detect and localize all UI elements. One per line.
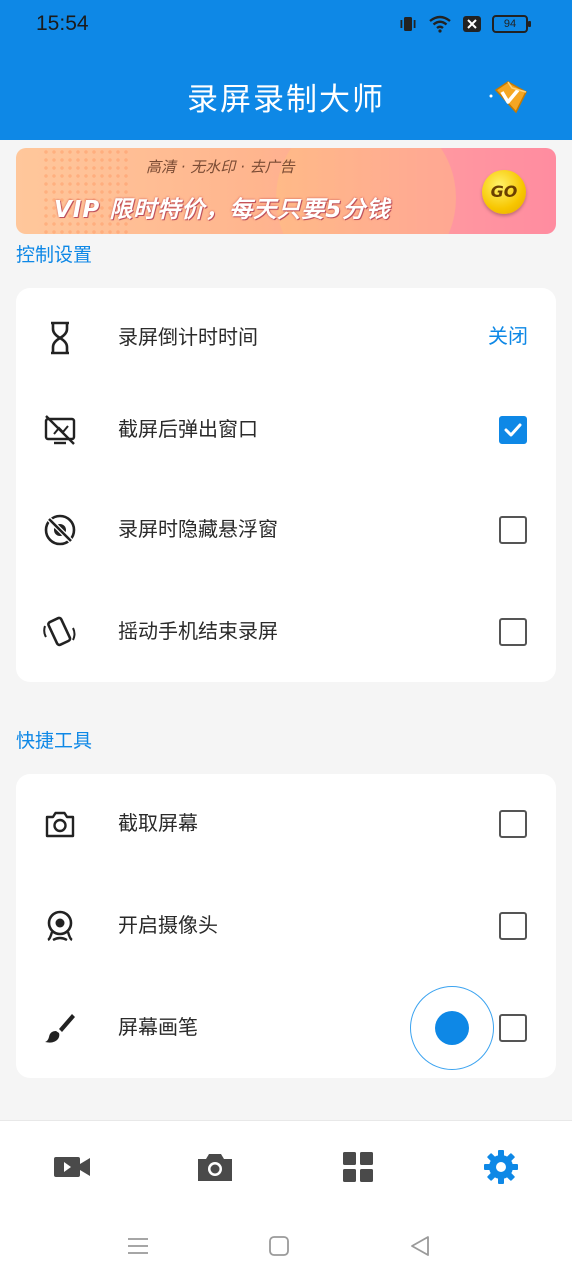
capture-screen-checkbox[interactable] [499,810,527,838]
status-icons: 94 [398,14,531,34]
capture-screen-row[interactable]: 截取屏幕 [16,774,556,874]
vip-promo-banner[interactable]: 高清 · 无水印 · 去广告 VIP 限时特价，每天只要5分钱 GO [16,148,556,234]
tools-section-title: 快捷工具 [16,730,93,752]
vip-diamond-icon[interactable] [488,78,530,116]
control-settings-card: 录屏倒计时时间 关闭 截屏后弹出窗口 录屏时隐藏悬浮窗 摇动手机结束录屏 [16,288,556,682]
nav-tools[interactable] [338,1147,378,1187]
settings-icon [484,1150,518,1184]
nav-record-video[interactable] [52,1147,92,1187]
brush-icon [42,1010,78,1046]
banner-headline: VIP 限时特价，每天只要5分钱 [54,197,391,223]
screenshot-popup-label: 截屏后弹出窗口 [118,417,258,441]
nav-settings[interactable] [481,1147,521,1187]
shake-stop-checkbox[interactable] [499,618,527,646]
countdown-label: 录屏倒计时时间 [118,325,258,349]
camera-icon [198,1154,232,1181]
notification-icon [462,14,482,34]
webcam-icon [42,908,78,944]
go-button[interactable]: GO [482,170,526,214]
wifi-icon [428,14,452,34]
webcam-checkbox[interactable] [499,912,527,940]
screenshot-popup-off-icon [42,412,78,448]
hourglass-icon [42,320,78,356]
hide-float-row[interactable]: 录屏时隐藏悬浮窗 [16,480,556,580]
back-icon[interactable] [408,1234,432,1258]
screen-brush-checkbox[interactable] [499,1014,527,1042]
vibrate-icon [398,14,418,34]
shake-stop-label: 摇动手机结束录屏 [118,619,278,643]
home-icon[interactable] [267,1234,291,1258]
status-bar: 15:54 94 [0,0,572,52]
app-title: 录屏录制大师 [187,82,385,118]
screenshot-popup-row[interactable]: 截屏后弹出窗口 [16,380,556,480]
video-icon [54,1157,90,1177]
nav-screenshot[interactable] [195,1147,235,1187]
grid-icon [343,1152,373,1182]
record-dot-icon [435,1011,469,1045]
shake-phone-icon [42,614,78,650]
screenshot-popup-checkbox[interactable] [499,416,527,444]
bottom-navigation [0,1120,572,1216]
camera-icon [42,806,78,842]
hide-float-icon [42,512,78,548]
status-time: 15:54 [36,12,89,35]
battery-level: 94 [503,18,517,30]
webcam-label: 开启摄像头 [118,913,218,937]
webcam-row[interactable]: 开启摄像头 [16,876,556,976]
capture-screen-label: 截取屏幕 [118,811,198,835]
banner-subtitle: 高清 · 无水印 · 去广告 [146,158,295,176]
system-navigation-bar [0,1216,572,1280]
menu-icon[interactable] [126,1234,150,1258]
shake-stop-row[interactable]: 摇动手机结束录屏 [16,582,556,682]
battery-icon: 94 [492,15,531,33]
control-section-title: 控制设置 [16,244,93,266]
countdown-row[interactable]: 录屏倒计时时间 关闭 [16,288,556,388]
countdown-value[interactable]: 关闭 [488,320,528,349]
screen-brush-label: 屏幕画笔 [118,1015,198,1039]
floating-record-button[interactable] [410,986,494,1070]
hide-float-label: 录屏时隐藏悬浮窗 [118,517,278,541]
hide-float-checkbox[interactable] [499,516,527,544]
app-header: 15:54 94 录屏录制大师 [0,0,572,140]
